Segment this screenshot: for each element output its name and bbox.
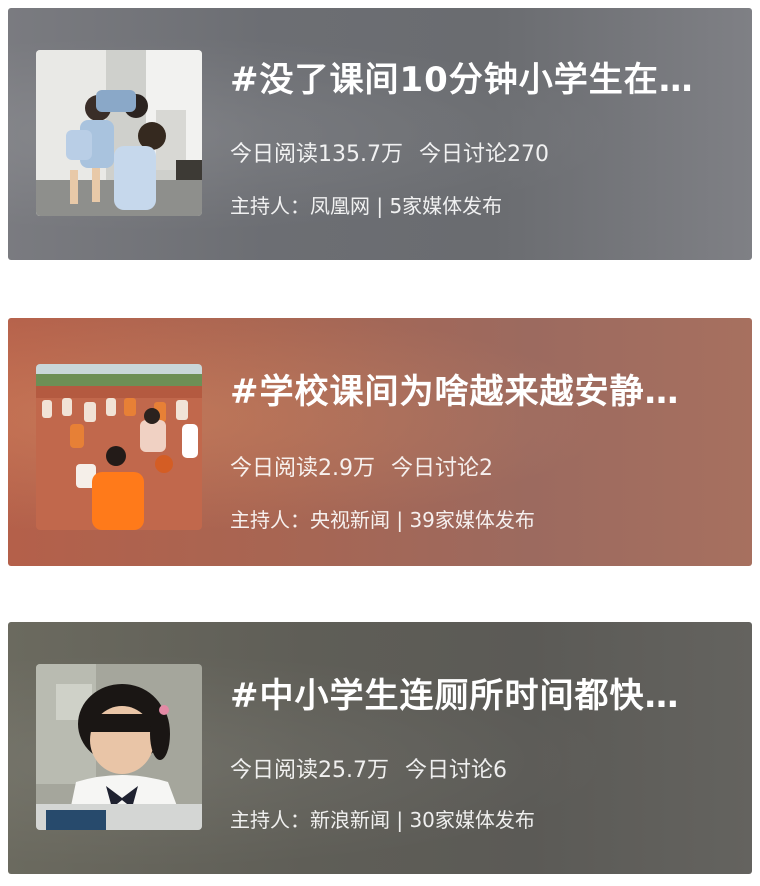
topic-stats: 今日阅读135.7万 今日讨论270 xyxy=(230,136,549,168)
topic-card-2[interactable]: #学校课间为啥越来越安静… 今日阅读2.9万 今日讨论2 主持人：央视新闻 | 3… xyxy=(8,318,752,566)
topic-stats: 今日阅读25.7万 今日讨论6 xyxy=(230,752,507,784)
topic-card-3[interactable]: #中小学生连厕所时间都快… 今日阅读25.7万 今日讨论6 主持人：新浪新闻 | … xyxy=(8,622,752,874)
photo-kids-playing-basketball-icon xyxy=(36,364,202,530)
topic-card-1[interactable]: #没了课间10分钟小学生在… 今日阅读135.7万 今日讨论270 主持人：凤凰网… xyxy=(8,8,752,260)
topic-title[interactable]: #没了课间10分钟小学生在… xyxy=(230,52,740,101)
topic-thumbnail xyxy=(36,364,202,530)
photo-children-in-restroom-icon xyxy=(36,50,202,216)
topic-host: 主持人：凤凰网 | 5家媒体发布 xyxy=(230,194,503,218)
topic-title[interactable]: #中小学生连厕所时间都快… xyxy=(230,668,740,717)
discussion-count: 今日讨论6 xyxy=(405,758,507,783)
read-count: 今日阅读135.7万 xyxy=(230,142,403,167)
photo-girl-reading-icon xyxy=(36,664,202,830)
discussion-count: 今日讨论2 xyxy=(391,456,493,481)
topic-stats: 今日阅读2.9万 今日讨论2 xyxy=(230,450,493,482)
topic-host: 主持人：央视新闻 | 39家媒体发布 xyxy=(230,508,535,532)
topic-thumbnail xyxy=(36,664,202,830)
read-count: 今日阅读2.9万 xyxy=(230,456,375,481)
topic-title[interactable]: #学校课间为啥越来越安静… xyxy=(230,364,740,413)
topic-thumbnail xyxy=(36,50,202,216)
topic-host: 主持人：新浪新闻 | 30家媒体发布 xyxy=(230,808,535,832)
discussion-count: 今日讨论270 xyxy=(418,142,549,167)
read-count: 今日阅读25.7万 xyxy=(230,758,389,783)
